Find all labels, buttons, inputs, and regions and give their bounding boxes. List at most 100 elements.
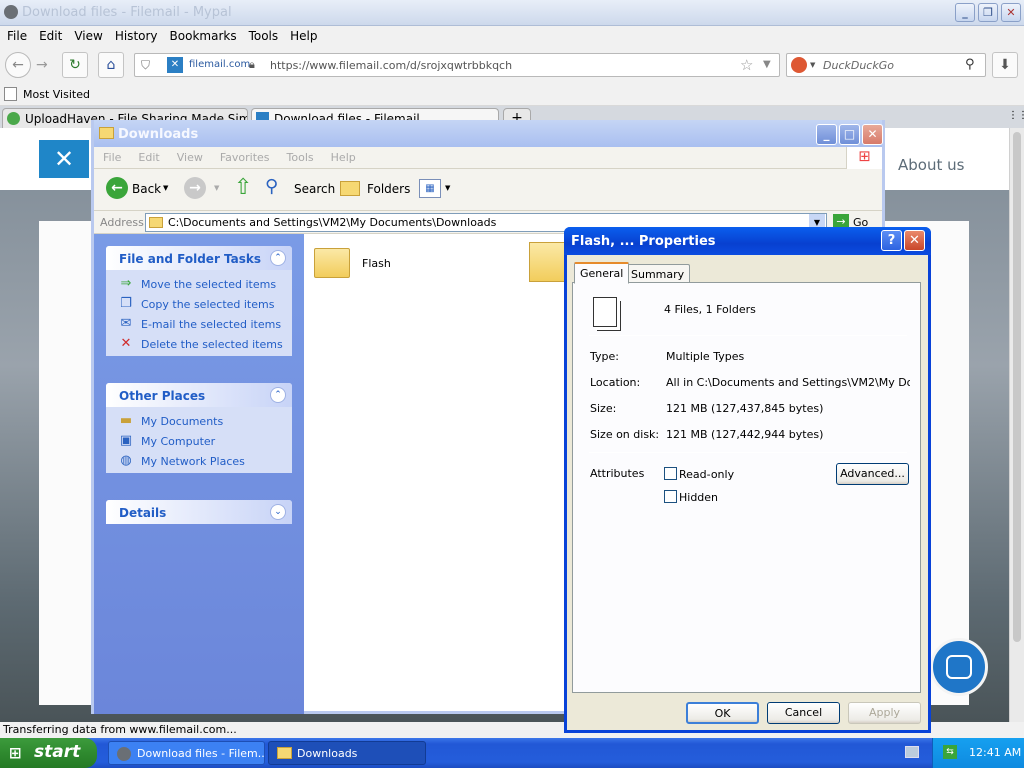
- search-engine-dropdown-icon[interactable]: ▼: [810, 61, 815, 69]
- lock-icon: 🔒︎: [249, 58, 255, 71]
- download-arrow-icon[interactable]: ⬇: [992, 52, 1018, 78]
- uploadhaven-favicon-icon: [7, 112, 20, 125]
- properties-dialog: Flash, ... Properties ? ✕ General Summar…: [564, 227, 931, 733]
- views-dropdown-icon[interactable]: ▼: [445, 184, 450, 192]
- forward-arrow-icon[interactable]: →: [184, 177, 206, 199]
- apply-button[interactable]: Apply: [848, 702, 921, 724]
- hidden-label[interactable]: Hidden: [679, 491, 718, 504]
- readonly-label[interactable]: Read-only: [679, 468, 734, 481]
- views-icon[interactable]: ▦: [419, 179, 441, 198]
- explorer-menu-bar: File Edit View Favorites Tools Help ⊞: [94, 147, 882, 169]
- help-button[interactable]: ?: [881, 230, 902, 251]
- browser-title-bar: Download files - Filemail - Mypal _ ❐ ✕: [0, 0, 1024, 26]
- back-arrow-icon[interactable]: ←: [5, 52, 31, 78]
- folders-icon[interactable]: [340, 181, 360, 196]
- menu-file[interactable]: File: [0, 26, 32, 43]
- search-icon[interactable]: ⚲: [965, 57, 975, 72]
- menu-bookmarks[interactable]: Bookmarks: [163, 26, 242, 43]
- collapse-chevron-icon[interactable]: ⌃: [270, 250, 286, 266]
- windows-logo-icon: ⊞: [9, 744, 22, 762]
- url-bar[interactable]: ⛉ ✕ filemail.com 🔒︎ https://www.filemail…: [134, 53, 780, 77]
- bookmark-most-visited[interactable]: Most Visited: [23, 88, 90, 101]
- url-dropdown-icon[interactable]: ▼: [763, 59, 771, 70]
- forward-arrow-icon[interactable]: →: [36, 57, 48, 73]
- exp-menu-favorites[interactable]: Favorites: [211, 147, 278, 164]
- browser-logo-icon: [4, 5, 18, 19]
- task-copy[interactable]: ❐ Copy the selected items: [106, 294, 292, 314]
- panel-header[interactable]: Other Places: [106, 383, 292, 407]
- back-button-label[interactable]: Back: [132, 182, 161, 196]
- page-scrollbar[interactable]: [1009, 128, 1024, 722]
- minimize-button[interactable]: _: [955, 3, 975, 22]
- menu-edit[interactable]: Edit: [32, 26, 67, 43]
- start-button[interactable]: ⊞ start: [0, 738, 97, 768]
- readonly-checkbox[interactable]: [664, 467, 677, 480]
- file-item-flash[interactable]: Flash: [314, 244, 404, 284]
- search-icon[interactable]: ⚲: [265, 176, 278, 197]
- panel-header[interactable]: Details: [106, 500, 292, 524]
- zip-folder-icon[interactable]: [529, 242, 567, 282]
- back-arrow-icon[interactable]: ←: [106, 177, 128, 199]
- collapse-chevron-icon[interactable]: ⌃: [270, 387, 286, 403]
- scrollbar-thumb[interactable]: [1013, 132, 1021, 642]
- place-my-documents[interactable]: ▬ My Documents: [106, 411, 292, 431]
- documents-folder-icon: ▬: [119, 413, 133, 428]
- explorer-title-bar: Downloads _ □ ✕: [94, 120, 883, 147]
- place-my-network[interactable]: ◍ My Network Places: [106, 451, 292, 471]
- restore-button[interactable]: ❐: [978, 3, 998, 22]
- network-tray-icon[interactable]: ⇆: [943, 745, 957, 759]
- task-email[interactable]: ✉ E-mail the selected items: [106, 314, 292, 334]
- reload-icon[interactable]: ↻: [62, 52, 88, 78]
- panel-header[interactable]: File and Folder Tasks: [106, 246, 292, 270]
- up-folder-icon[interactable]: ⇧: [234, 175, 252, 200]
- back-dropdown-icon[interactable]: ▼: [163, 184, 168, 192]
- navigation-toolbar: ← → ↻ ⌂ ⛉ ✕ filemail.com 🔒︎ https://www.…: [0, 46, 1024, 84]
- explorer-maximize-button[interactable]: □: [839, 124, 860, 145]
- exp-menu-file[interactable]: File: [94, 147, 129, 164]
- keyboard-icon[interactable]: [905, 746, 919, 758]
- search-box[interactable]: ▼ DuckDuckGo ⚲: [786, 53, 986, 77]
- browser-logo-icon: [117, 747, 131, 761]
- taskbar-item-browser[interactable]: Download files - Filem...: [108, 741, 265, 765]
- star-icon[interactable]: ☆: [740, 56, 753, 74]
- explorer-minimize-button[interactable]: _: [816, 124, 837, 145]
- expand-chevron-icon[interactable]: ⌄: [270, 504, 286, 520]
- exp-menu-edit[interactable]: Edit: [129, 147, 167, 164]
- properties-title-bar: Flash, ... Properties ? ✕: [564, 227, 931, 255]
- task-move[interactable]: ⇒ Move the selected items: [106, 274, 292, 294]
- close-button[interactable]: ✕: [1001, 3, 1021, 22]
- home-icon[interactable]: ⌂: [98, 52, 124, 78]
- taskbar-item-downloads[interactable]: Downloads: [268, 741, 426, 765]
- general-tab-panel: 4 Files, 1 Folders Type: Multiple Types …: [572, 282, 921, 693]
- about-us-link[interactable]: About us: [898, 156, 964, 174]
- folder-icon: [314, 248, 350, 278]
- advanced-button[interactable]: Advanced...: [836, 463, 909, 485]
- search-button-label[interactable]: Search: [294, 182, 335, 196]
- exp-menu-tools[interactable]: Tools: [278, 147, 322, 164]
- folders-button-label[interactable]: Folders: [367, 182, 410, 196]
- menu-view[interactable]: View: [67, 26, 107, 43]
- task-delete[interactable]: ✕ Delete the selected items: [106, 334, 292, 354]
- exp-menu-help[interactable]: Help: [322, 147, 364, 164]
- exp-menu-view[interactable]: View: [168, 147, 211, 164]
- hidden-checkbox[interactable]: [664, 490, 677, 503]
- tab-summary[interactable]: Summary: [625, 264, 691, 284]
- menu-tools[interactable]: Tools: [242, 26, 284, 43]
- network-icon: ◍: [120, 453, 132, 468]
- tab-general[interactable]: General: [574, 262, 630, 284]
- place-my-computer[interactable]: ▣ My Computer: [106, 431, 292, 451]
- menu-help[interactable]: Help: [283, 26, 322, 43]
- ok-button[interactable]: OK: [686, 702, 759, 724]
- menu-history[interactable]: History: [108, 26, 163, 43]
- forward-dropdown-icon[interactable]: ▼: [214, 184, 219, 192]
- chat-bubble-icon[interactable]: [930, 638, 988, 696]
- selection-summary: 4 Files, 1 Folders: [664, 303, 756, 316]
- explorer-close-button[interactable]: ✕: [862, 124, 883, 145]
- properties-close-button[interactable]: ✕: [904, 230, 925, 251]
- task-pane: File and Folder Tasks ⌃ ⇒ Move the select…: [94, 234, 304, 714]
- tab-list-icon[interactable]: ⋮⋮: [1008, 110, 1024, 121]
- cancel-button[interactable]: Cancel: [767, 702, 840, 724]
- url-site-label: filemail.com: [189, 59, 251, 70]
- explorer-title: Downloads: [118, 127, 199, 142]
- separator: [589, 452, 907, 453]
